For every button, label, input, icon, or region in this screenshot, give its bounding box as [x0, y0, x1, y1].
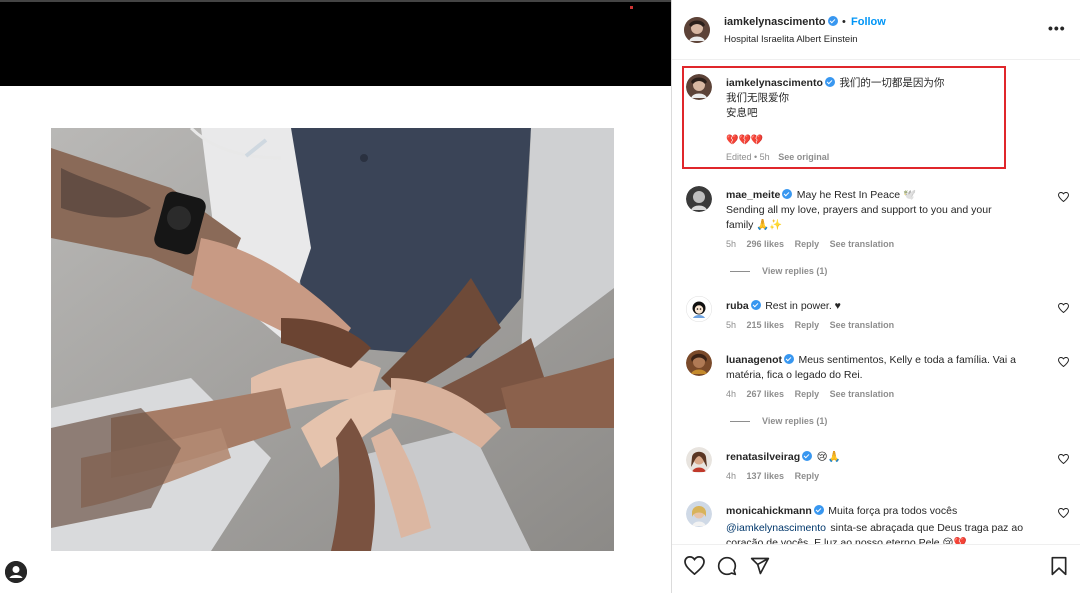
comment-text: Meus sentimentos, Kelly e toda a família…	[798, 354, 1016, 366]
comment-1: mae_meite May he Rest In Peace 🕊️ Sendin…	[726, 186, 1046, 276]
more-options-icon[interactable]: •••	[1048, 20, 1066, 36]
comment-username[interactable]: renatasilveirag	[726, 451, 800, 463]
verified-badge-icon	[813, 505, 824, 515]
comment-username[interactable]: ruba	[726, 300, 749, 312]
red-marker	[630, 6, 633, 9]
caption-meta: Edited • 5h See original	[726, 152, 1006, 162]
reply-button[interactable]: Reply	[795, 471, 820, 481]
comment-meta: 5h 215 likes Reply See translation	[726, 320, 1046, 330]
comment-likes[interactable]: 296 likes	[747, 239, 785, 249]
caption-edited-time: Edited • 5h	[726, 152, 770, 162]
caption-line-3: 安息吧	[726, 107, 758, 119]
author-avatar[interactable]	[684, 17, 710, 43]
post-header: iamkelynascimento • Follow Hospital Isra…	[672, 0, 1080, 60]
comment-time: 4h	[726, 471, 737, 481]
post-location[interactable]: Hospital Israelita Albert Einstein	[724, 34, 858, 45]
profile-avatar-icon[interactable]	[5, 561, 27, 583]
comment-2: ruba Rest in power. ♥ 5h 215 likes Reply…	[726, 297, 1046, 330]
comment-icon[interactable]	[717, 556, 737, 581]
comment-time: 5h	[726, 239, 737, 249]
comment-like-heart-icon[interactable]	[1057, 356, 1070, 370]
comment-username[interactable]: luanagenot	[726, 354, 782, 366]
comment-like-heart-icon[interactable]	[1057, 453, 1070, 467]
comment-time: 4h	[726, 389, 737, 399]
comment-username[interactable]: monicahickmann	[726, 505, 812, 517]
verified-badge-icon	[802, 451, 813, 461]
see-translation-link[interactable]: See translation	[830, 320, 895, 330]
comment-meta: 4h 137 likes Reply	[726, 471, 1046, 481]
verified-badge-icon	[750, 300, 761, 310]
verified-badge-icon	[784, 354, 795, 364]
caption-line-2: 我们无限爱你	[726, 92, 789, 104]
comment-5: monicahickmann Muita força pra todos voc…	[726, 502, 1056, 544]
action-bar	[672, 544, 1080, 593]
comment-text: Rest in power. ♥	[765, 300, 841, 312]
replies-line	[730, 271, 750, 273]
view-replies-button[interactable]: View replies (1)	[730, 416, 1046, 426]
comment-avatar[interactable]	[686, 447, 712, 473]
caption-username[interactable]: iamkelynascimento	[726, 77, 823, 89]
separator-dot: •	[842, 16, 846, 28]
comment-text-line-2: matéria, fica o legado do Rei.	[726, 369, 863, 381]
heart-icon[interactable]	[684, 555, 705, 580]
follow-button[interactable]: Follow	[851, 16, 886, 28]
caption: iamkelynascimento 我们的一切都是因为你 我们无限爱你 安息吧 …	[726, 74, 1006, 162]
instagram-post-page: iamkelynascimento • Follow Hospital Isra…	[0, 0, 1080, 593]
author-username[interactable]: iamkelynascimento	[724, 16, 838, 28]
comment-time: 5h	[726, 320, 737, 330]
comment-avatar[interactable]	[686, 186, 712, 212]
comment-text-line-3: coração de vocês. E luz ao nosso eterno …	[726, 537, 967, 544]
send-icon[interactable]	[750, 556, 770, 581]
see-translation-link[interactable]: See translation	[830, 389, 895, 399]
comment-meta: 5h 296 likes Reply See translation	[726, 239, 1046, 249]
view-replies-label[interactable]: View replies (1)	[762, 416, 827, 426]
comment-likes[interactable]: 267 likes	[747, 389, 785, 399]
comments-panel: iamkelynascimento • Follow Hospital Isra…	[672, 0, 1080, 593]
comment-4: renatasilveirag 😢🙏 4h 137 likes Reply	[726, 448, 1046, 481]
view-replies-label[interactable]: View replies (1)	[762, 266, 827, 276]
comment-username[interactable]: mae_meite	[726, 189, 780, 201]
verified-badge-icon	[824, 77, 835, 87]
comment-like-heart-icon[interactable]	[1057, 302, 1070, 316]
caption-author-avatar[interactable]	[686, 74, 712, 100]
view-replies-button[interactable]: View replies (1)	[730, 266, 1046, 276]
comment-avatar[interactable]	[686, 296, 712, 322]
comment-mention-link[interactable]: @iamkelynascimento	[726, 522, 826, 534]
reply-button[interactable]: Reply	[795, 320, 820, 330]
comment-text-line-3: family 🙏✨	[726, 219, 783, 231]
comment-like-heart-icon[interactable]	[1057, 507, 1070, 521]
top-border	[0, 0, 671, 2]
comment-text: Muita força pra todos vocês	[828, 505, 958, 517]
see-translation-link[interactable]: See translation	[830, 239, 895, 249]
comment-3: luanagenot Meus sentimentos, Kelly e tod…	[726, 351, 1046, 426]
caption-emojis: 💔💔💔	[726, 135, 764, 146]
bookmark-icon[interactable]	[1050, 556, 1068, 581]
verified-badge-icon	[782, 189, 793, 199]
verified-badge-icon	[827, 16, 838, 26]
replies-line	[730, 421, 750, 423]
comment-likes[interactable]: 137 likes	[747, 471, 785, 481]
author-username-text[interactable]: iamkelynascimento	[724, 16, 826, 28]
comment-text-line-2: sinta-se abraçada que Deus traga paz ao	[830, 522, 1024, 534]
comment-avatar[interactable]	[686, 350, 712, 376]
previous-media-strip	[0, 0, 671, 86]
caption-line-1: 我们的一切都是因为你	[839, 77, 945, 89]
hands-photo-illustration	[51, 128, 614, 551]
see-original-link[interactable]: See original	[778, 152, 829, 162]
reply-button[interactable]: Reply	[795, 239, 820, 249]
comment-likes[interactable]: 215 likes	[747, 320, 785, 330]
comment-avatar[interactable]	[686, 501, 712, 527]
post-photo[interactable]	[51, 128, 614, 551]
comment-like-heart-icon[interactable]	[1057, 191, 1070, 205]
media-panel	[0, 0, 671, 593]
comment-text: May he Rest In Peace 🕊️	[796, 189, 917, 201]
comment-meta: 4h 267 likes Reply See translation	[726, 389, 1046, 399]
comment-text: 😢🙏	[816, 451, 841, 463]
reply-button[interactable]: Reply	[795, 389, 820, 399]
comment-text-line-2: Sending all my love, prayers and support…	[726, 204, 992, 216]
